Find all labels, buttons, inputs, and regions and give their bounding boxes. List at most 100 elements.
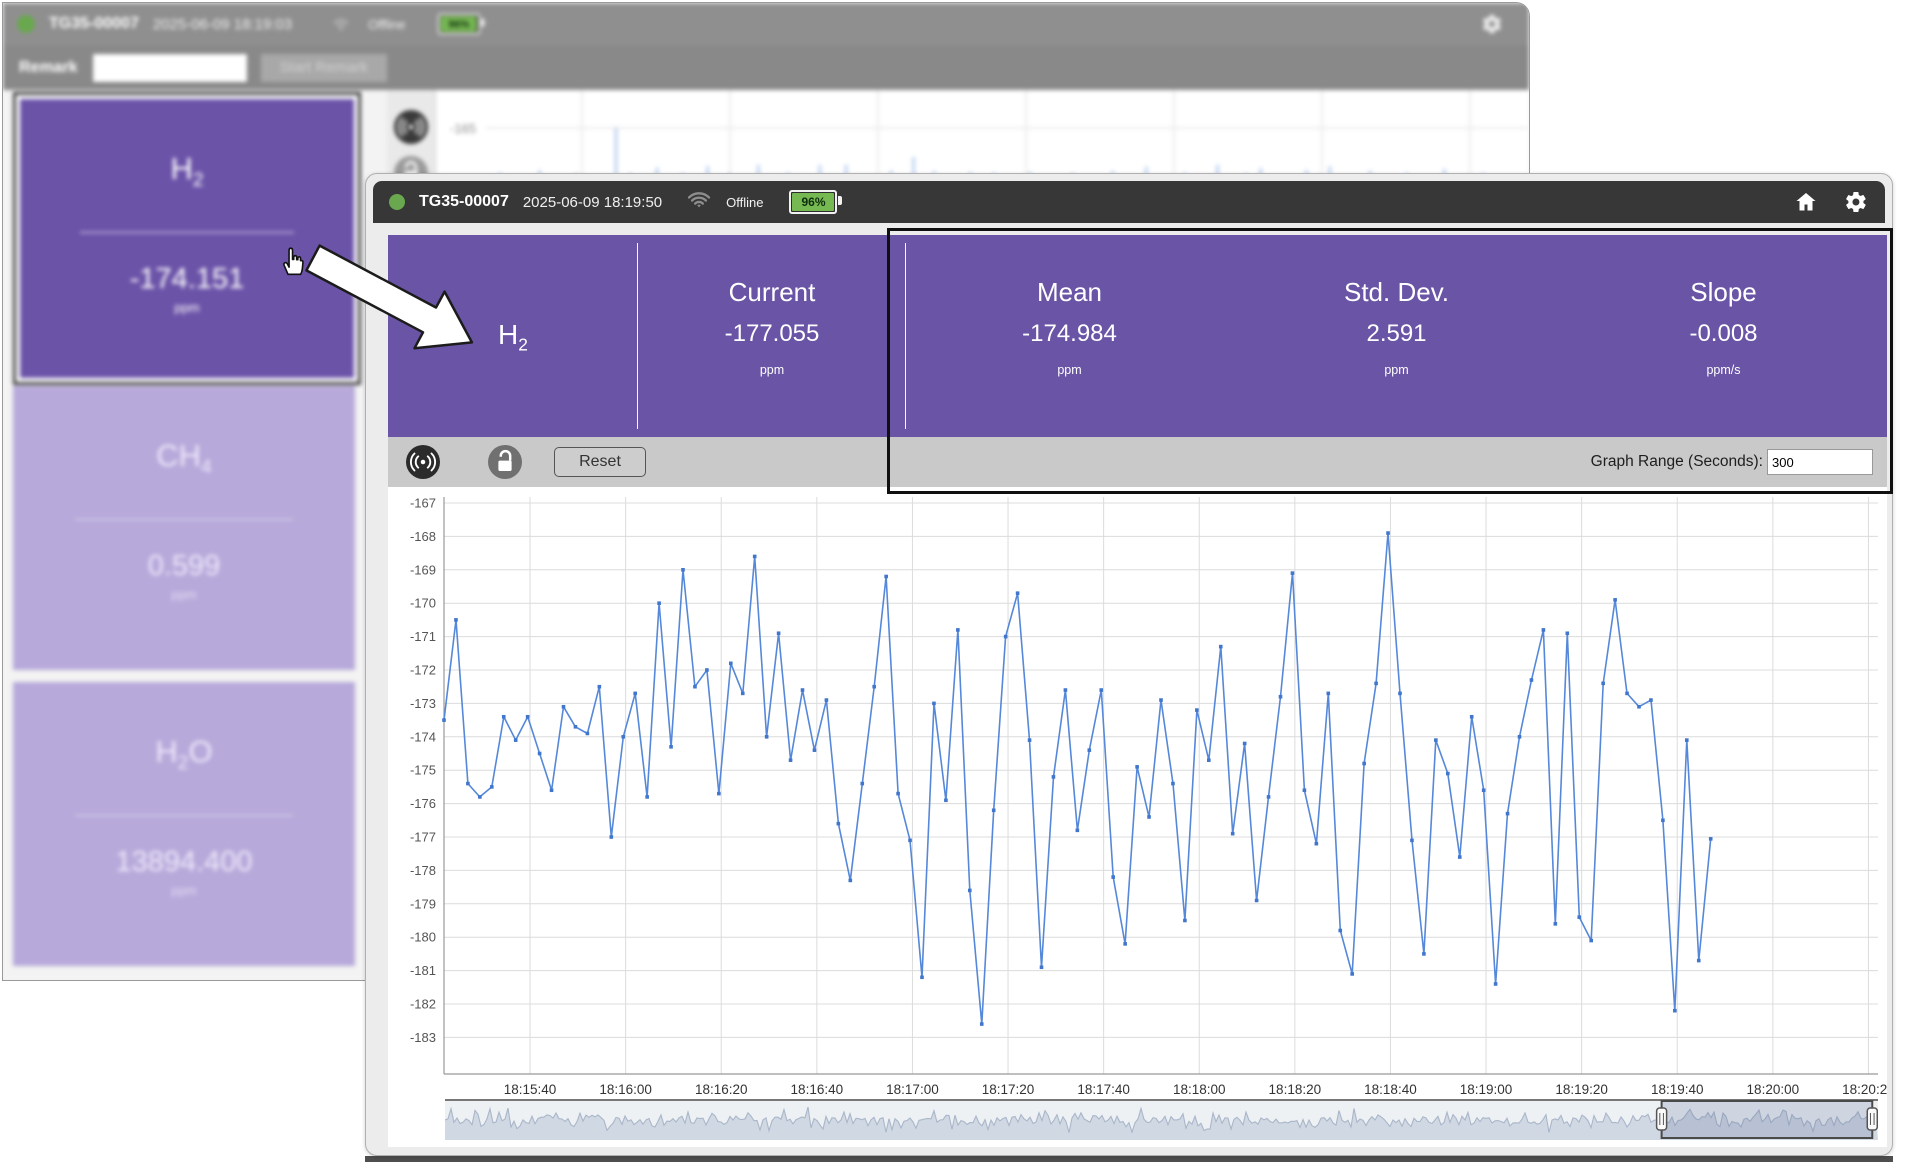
window-bottom-edge [365, 1156, 1893, 1162]
svg-text:18:19:00: 18:19:00 [1460, 1082, 1513, 1097]
stats-banner: H2 Current -177.055 ppm Mean -174.984 pp… [388, 235, 1887, 437]
device-name: TG35-00007 [49, 15, 139, 33]
svg-text:18:20:20: 18:20:20 [1842, 1082, 1887, 1097]
stat-unit: ppm [1384, 363, 1408, 377]
connection-status: Offline [726, 195, 763, 210]
wifi-icon [686, 189, 712, 215]
svg-text:-178: -178 [410, 863, 436, 878]
svg-text:-169: -169 [410, 562, 436, 577]
device-datetime: 2025-06-09 18:19:50 [523, 194, 662, 211]
stat-unit: ppm [760, 363, 784, 377]
svg-text:18:20:00: 18:20:00 [1747, 1082, 1800, 1097]
gas-value: -174.151 [130, 263, 245, 296]
stat-label: Slope [1690, 277, 1757, 308]
lock-icon[interactable] [488, 445, 522, 479]
gas-formula: CH4 [156, 438, 211, 479]
stat-unit: ppm [1057, 363, 1081, 377]
graph-range-label: Graph Range (Seconds): [1591, 453, 1763, 471]
annotation-arrow [293, 233, 493, 358]
detail-window: TG35-00007 2025-06-09 18:19:50 Offline 9… [365, 173, 1893, 1156]
mini-y-axis-label: -165 [450, 121, 476, 136]
svg-text:-168: -168 [410, 529, 436, 544]
gas-value: 13894.400 [115, 846, 252, 879]
svg-text:18:19:20: 18:19:20 [1555, 1082, 1608, 1097]
gas-formula: H2 [498, 319, 528, 356]
stat-value: 2.591 [1366, 320, 1426, 348]
stat-mean: Mean -174.984 ppm [906, 235, 1233, 437]
svg-text:-177: -177 [410, 830, 436, 845]
device-datetime: 2025-06-09 18:19:03 [153, 16, 292, 33]
battery-nub [838, 196, 842, 205]
gas-formula: H2 [170, 151, 203, 192]
stat-stddev: Std. Dev. 2.591 ppm [1233, 235, 1560, 437]
gas-tile-ch4[interactable]: CH4 0.599 ppm [13, 386, 355, 670]
svg-text:18:16:20: 18:16:20 [695, 1082, 748, 1097]
svg-text:-170: -170 [410, 596, 436, 611]
gas-tile-h2o[interactable]: H2O 13894.400 ppm [13, 682, 355, 966]
svg-text:-173: -173 [410, 696, 436, 711]
settings-gear-icon[interactable] [1843, 189, 1869, 215]
background-titlebar: TG35-00007 2025-06-09 18:19:03 Offline 9… [3, 3, 1529, 45]
stat-slope: Slope -0.008 ppm/s [1560, 235, 1887, 437]
gas-formula: H2O [155, 734, 212, 775]
battery-percent: 96% [440, 15, 479, 33]
chart-panel: -167 -168 -169 -170 -171 -172 -173 -174 -175 -176… [388, 487, 1887, 1147]
gas-unit: ppm [171, 587, 196, 602]
stat-label: Mean [1037, 277, 1102, 308]
svg-text:-167: -167 [410, 496, 436, 511]
svg-text:-182: -182 [410, 997, 436, 1012]
battery-percent: 96% [791, 192, 835, 212]
connection-status: Offline [368, 17, 405, 32]
battery-indicator: 96% [789, 190, 837, 214]
svg-text:18:17:20: 18:17:20 [982, 1082, 1035, 1097]
svg-text:18:18:20: 18:18:20 [1269, 1082, 1322, 1097]
settings-gear-icon[interactable] [1479, 11, 1505, 37]
broadcast-icon[interactable] [406, 445, 440, 479]
remark-bar: Remark Start Remark [3, 45, 1529, 90]
svg-text:-172: -172 [410, 663, 436, 678]
svg-text:-179: -179 [410, 896, 436, 911]
svg-text:-175: -175 [410, 763, 436, 778]
svg-text:18:18:40: 18:18:40 [1364, 1082, 1417, 1097]
hand-cursor-icon [276, 244, 308, 278]
svg-text:18:16:00: 18:16:00 [599, 1082, 652, 1097]
stat-value: -177.055 [725, 320, 820, 348]
status-dot [389, 194, 405, 210]
broadcast-icon[interactable] [394, 110, 428, 144]
stat-current: Current -177.055 ppm [638, 235, 906, 437]
start-remark-button[interactable]: Start Remark [260, 53, 388, 83]
status-dot [17, 15, 35, 33]
wifi-icon [328, 11, 354, 37]
svg-text:18:18:00: 18:18:00 [1173, 1082, 1226, 1097]
stat-label: Std. Dev. [1344, 277, 1449, 308]
tile-divider [75, 519, 294, 520]
overview-scrubber[interactable] [445, 1099, 1878, 1140]
graph-range-input[interactable] [1767, 449, 1873, 475]
svg-text:18:19:40: 18:19:40 [1651, 1082, 1704, 1097]
remark-input[interactable] [92, 53, 248, 83]
svg-text:-180: -180 [410, 930, 436, 945]
tile-divider [80, 232, 294, 233]
home-icon[interactable] [1793, 189, 1819, 215]
stat-value: -0.008 [1689, 320, 1757, 348]
h2-line-chart[interactable]: -167 -168 -169 -170 -171 -172 -173 -174 -175 -176… [388, 487, 1887, 1097]
gas-unit: ppm [174, 300, 199, 315]
svg-text:-181: -181 [410, 963, 436, 978]
detail-titlebar: TG35-00007 2025-06-09 18:19:50 Offline 9… [373, 181, 1885, 223]
battery-indicator: 96% [438, 13, 480, 34]
gas-unit: ppm [171, 883, 196, 898]
stat-value: -174.984 [1022, 320, 1117, 348]
gas-value: 0.599 [148, 550, 221, 583]
stat-unit: ppm/s [1706, 363, 1740, 377]
svg-text:18:17:00: 18:17:00 [886, 1082, 939, 1097]
svg-text:-176: -176 [410, 796, 436, 811]
svg-text:-171: -171 [410, 629, 436, 644]
reset-button[interactable]: Reset [554, 447, 646, 477]
tile-divider [75, 815, 294, 816]
stat-label: Current [729, 277, 816, 308]
svg-text:-174: -174 [410, 729, 436, 744]
svg-text:18:17:40: 18:17:40 [1077, 1082, 1130, 1097]
remark-label: Remark [19, 59, 78, 77]
battery-nub [481, 19, 485, 27]
svg-text:18:16:40: 18:16:40 [791, 1082, 844, 1097]
